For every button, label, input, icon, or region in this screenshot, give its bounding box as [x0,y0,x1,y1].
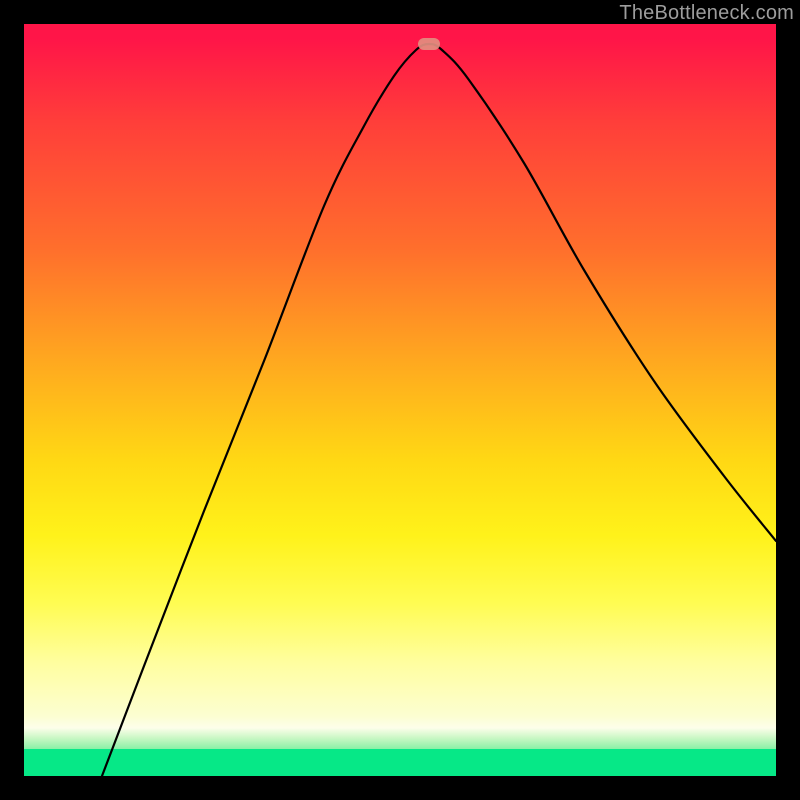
chart-frame: TheBottleneck.com [0,0,800,800]
min-marker [418,38,440,50]
bottleneck-curve [24,24,776,776]
plot-area [24,24,776,776]
watermark-text: TheBottleneck.com [619,2,794,25]
curve-path [102,44,776,776]
